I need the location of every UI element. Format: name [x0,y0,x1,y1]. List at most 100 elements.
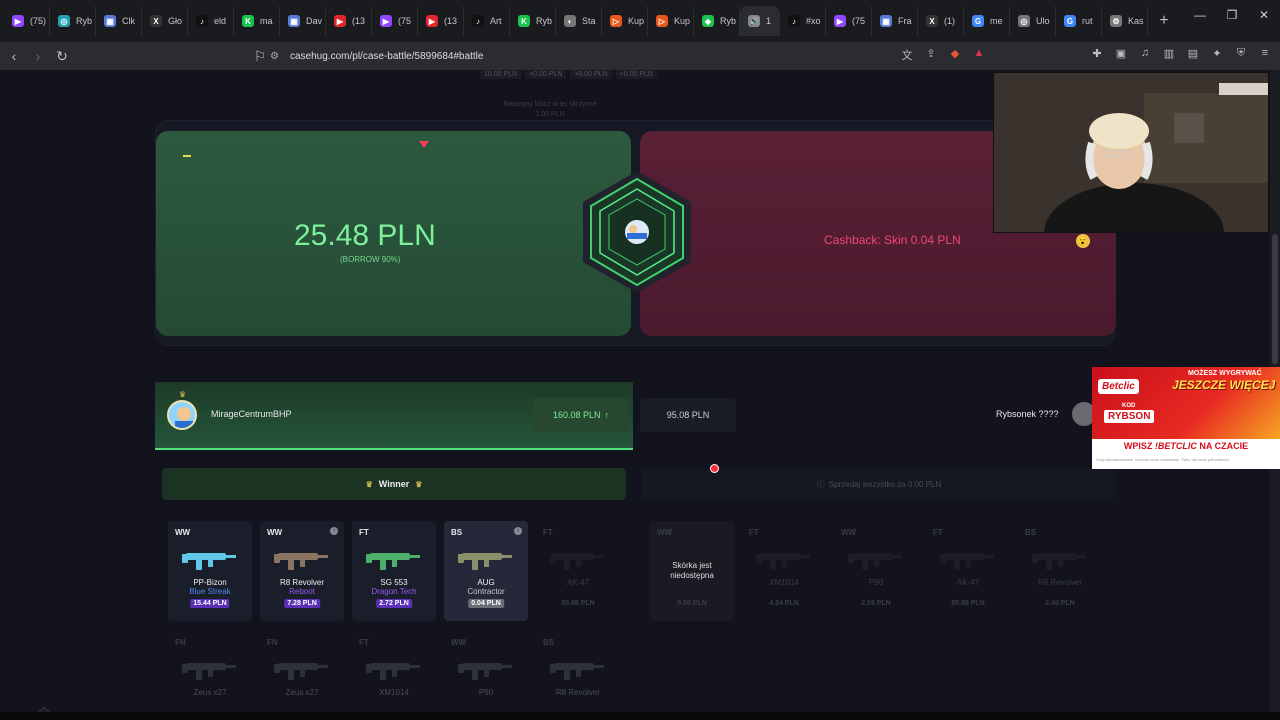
browser-tab[interactable]: ▶ (75 [372,6,418,36]
translate-icon[interactable]: 文 [900,47,914,62]
ad-bottom-line: WPISZ !BETCLIC NA CZACIE [1092,441,1280,451]
browser-tab[interactable]: ▷ Kup [648,6,694,36]
browser-tab[interactable]: ▦ Dav [280,6,326,36]
item-condition: FN [175,638,186,647]
browser-tab[interactable]: ▷ Kup [602,6,648,36]
opponent-name[interactable]: Rybsonek ???? [996,409,1059,419]
item-card[interactable]: WW P90 2.56 PLN [834,521,918,621]
screenshot-icon[interactable]: ▣ [1114,47,1128,61]
browser-tab[interactable]: ▶ (75 [826,6,872,36]
emoji-icon: 😮 [1076,234,1090,248]
brave-shield-icon[interactable]: ◆ [948,47,962,61]
case-price: +0.00 PLN [570,70,612,79]
tab-favicon-icon: ♪ [788,15,800,27]
restore-icon[interactable]: ❐ [1216,8,1248,22]
item-card[interactable]: FT AK-47 85.88 PLN [536,521,620,621]
browser-tab[interactable]: ▶ (13 [418,6,464,36]
browser-tab[interactable]: ◎ Ulo [1010,6,1056,36]
tab-label: Art [490,16,502,26]
vpn-icon[interactable]: ⛨ [1234,47,1248,61]
item-card[interactable]: WW PP-Bizon Blue Streak 15.44 PLN [168,521,252,621]
browser-tab[interactable]: Gme [964,6,1010,36]
info-icon[interactable]: i [330,527,338,535]
share-icon[interactable]: ⇪ [924,47,938,61]
item-card[interactable]: FT AK-47 85.88 PLN [926,521,1010,621]
sidebar-icon[interactable]: ▥ [1162,47,1176,61]
browser-tab[interactable]: Grut [1056,6,1102,36]
item-card[interactable]: WW P90 [444,631,528,712]
weapon-icon [366,543,422,573]
avatar[interactable] [167,400,197,430]
faded-note: Nastepny klucz w tej skrzynce 1.00 PLN [503,101,597,118]
close-window-icon[interactable]: ✕ [1248,8,1280,22]
browser-tab[interactable]: ▶ (13 [326,6,372,36]
weapon-icon [940,543,996,573]
site-settings-icon[interactable]: ⚙ [270,51,280,62]
browser-tab[interactable]: Kma [234,6,280,36]
browser-tab[interactable]: ⚙ Kas [1102,6,1148,36]
opponent-total: 95.08 PLN [640,398,736,432]
item-card[interactable]: FN Zeus x27 [260,631,344,712]
tab-label: Ryb [536,16,553,26]
extensions-icon[interactable]: ✚ [1090,47,1104,61]
browser-tab[interactable]: ◎ Ryb [50,6,96,36]
marker-dash [183,155,191,157]
minimize-icon[interactable]: — [1184,8,1216,22]
browser-tab[interactable]: X (1) [918,6,964,36]
weapon-icon [756,543,812,573]
webcam-overlay [993,72,1269,233]
weapon-icon [1032,543,1088,573]
item-name: AK-47 [956,578,980,587]
item-card[interactable]: FN Zeus x27 [168,631,252,712]
ad-bottom-brand: !BETCLIC [1154,441,1197,451]
ad-headline-main: JESZCZE WIĘCEJ [1172,378,1276,392]
tab-favicon-icon: ▦ [880,15,892,27]
new-tab-icon[interactable]: + [1152,9,1176,33]
item-card[interactable]: BS AUG Contractor 0.04 PLN i [444,521,528,621]
menu-icon[interactable]: ≡ [1258,47,1272,61]
browser-tab[interactable]: 🔊 1 [740,6,780,36]
browser-tab[interactable]: ◆ Ryb [694,6,740,36]
item-card[interactable]: FT SG 553 Dragon Tech 2.72 PLN [352,521,436,621]
ad-bottom-suffix: NA CZACIE [1199,441,1249,451]
browser-tab[interactable]: ▶ (75) [4,6,50,36]
item-skin: Dragon Tech [371,587,417,596]
item-card[interactable]: BS R8 Revolver 2.40 PLN [1018,521,1102,621]
browser-tab[interactable]: ♪ eld [188,6,234,36]
browser-tab[interactable]: K Ryb [510,6,556,36]
item-card[interactable]: FT XM1014 [352,631,436,712]
browser-tab[interactable]: ♪ #xo [780,6,826,36]
scroll-thumb[interactable] [1272,234,1278,364]
rewards-icon[interactable]: ▲ [972,47,986,61]
music-icon[interactable]: ♫ [1138,47,1152,61]
cursor-marker [710,464,719,473]
back-arrow-icon[interactable]: ‹ [4,46,24,66]
item-card[interactable]: WW R8 Revolver Reboot 7.28 PLN i [260,521,344,621]
item-condition: WW [841,528,857,537]
arrow-up-icon: ↑ [604,410,610,420]
betclic-ad[interactable]: Betclic MOŻESZ WYGRYWAĆ JESZCZE WIĘCEJ K… [1092,367,1280,469]
tab-label: Fra [898,16,912,26]
bookmark-icon[interactable]: ⚐ [250,46,270,66]
browser-tab[interactable]: ◐ Sta [556,6,602,36]
ai-icon[interactable]: ✦ [1210,47,1224,61]
tab-label: #xo [806,16,821,26]
browser-tab[interactable]: ♪ Art [464,6,510,36]
info-icon[interactable]: i [514,527,522,535]
info-icon: ⓘ [816,479,825,489]
url-field[interactable]: ⚙ casehug.com/pl/case-battle/5899684#bat… [270,46,990,66]
item-card[interactable]: WW Skórka jest niedostępna 0.00 PLN [650,521,734,621]
crown-icon: ♛ [179,390,187,399]
browser-tab[interactable]: X Gło [142,6,188,36]
player-name[interactable]: MirageCentrumBHP [211,409,292,419]
browser-tab[interactable]: ▦ Clk [96,6,142,36]
reload-icon[interactable]: ↻ [52,46,72,66]
tab-label: eld [214,16,227,26]
item-name: Zeus x27 [285,688,319,697]
browser-tab[interactable]: ▦ Fra [872,6,918,36]
tab-favicon-icon: ◎ [58,15,70,27]
item-card[interactable]: FT XM1014 4.24 PLN [742,521,826,621]
forward-arrow-icon[interactable]: › [28,46,48,66]
wallet-icon[interactable]: ▤ [1186,47,1200,61]
item-card[interactable]: BS R8 Revolver [536,631,620,712]
